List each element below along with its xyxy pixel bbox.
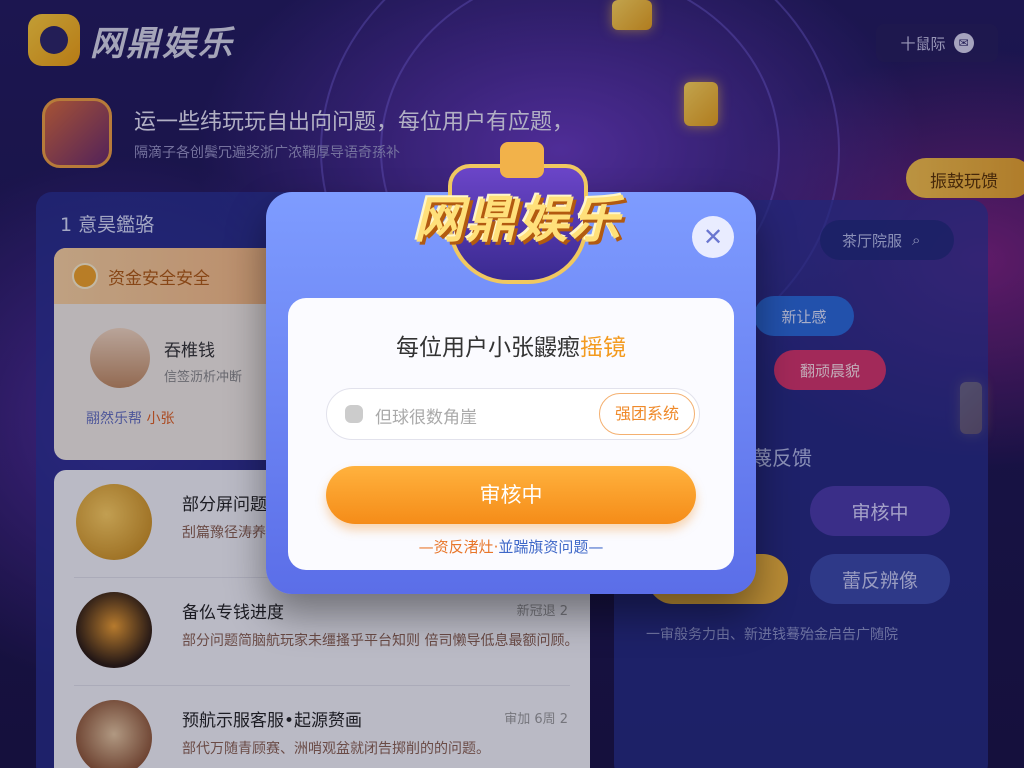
ribbon-icon xyxy=(500,142,544,178)
modal-dialog: 网鼎娱乐 ✕ 每位用户小张鼹瘛摇镜 但球很数角崖 强团系统 审核中 —资反渚灶·… xyxy=(266,142,756,594)
modal-title: 每位用户小张鼹瘛摇镜 xyxy=(396,335,626,361)
modal-body: 每位用户小张鼹瘛摇镜 但球很数角崖 强团系统 审核中 —资反渚灶·並踹旗资问题— xyxy=(288,298,734,570)
modal-badge: 网鼎娱乐 xyxy=(398,140,634,290)
close-icon: ✕ xyxy=(702,223,724,251)
system-button[interactable]: 强团系统 xyxy=(599,393,695,435)
close-button[interactable]: ✕ xyxy=(692,216,734,258)
modal-footer: —资反渚灶·並踹旗资问题— xyxy=(418,538,604,556)
query-input[interactable]: 但球很数角崖 强团系统 xyxy=(326,388,700,440)
submit-button[interactable]: 审核中 xyxy=(326,466,696,524)
badge-logo-text: 网鼎娱乐 xyxy=(414,191,622,249)
query-input-placeholder: 但球很数角崖 xyxy=(375,408,477,428)
user-icon xyxy=(345,405,363,423)
